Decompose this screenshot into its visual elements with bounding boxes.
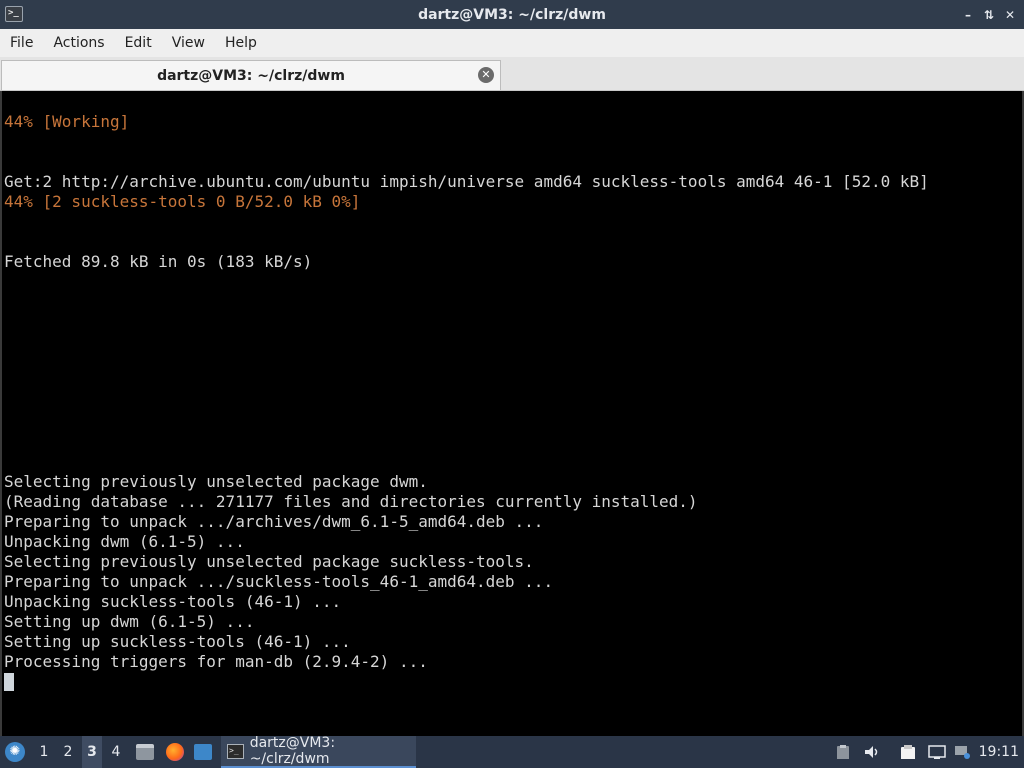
terminal-line: (Reading database ... 271177 files and d… — [4, 492, 698, 511]
terminal-line: Setting up dwm (6.1-5) ... — [4, 612, 255, 631]
minimize-icon[interactable]: – — [962, 8, 974, 22]
menu-actions[interactable]: Actions — [43, 29, 114, 57]
terminal-line: Selecting previously unselected package … — [4, 552, 534, 571]
terminal-line: Processing triggers for man-db (2.9.4-2)… — [4, 652, 428, 671]
terminal-line: Preparing to unpack .../suckless-tools_4… — [4, 572, 554, 591]
taskbar-terminal-window[interactable]: >_ dartz@VM3: ~/clrz/dwm — [221, 735, 416, 768]
notes-icon[interactable] — [900, 745, 918, 759]
menu-bar: File Actions Edit View Help — [0, 29, 1024, 57]
workspace-1[interactable]: 1 — [34, 736, 54, 768]
window-titlebar[interactable]: >_ dartz@VM3: ~/clrz/dwm – ⇅ ✕ — [0, 0, 1024, 29]
menu-view[interactable]: View — [162, 29, 215, 57]
tab-label: dartz@VM3: ~/clrz/dwm — [157, 67, 345, 84]
workspace-4[interactable]: 4 — [106, 736, 126, 768]
file-manager-icon[interactable] — [136, 744, 154, 760]
window-title: dartz@VM3: ~/clrz/dwm — [418, 6, 606, 23]
workspace-2[interactable]: 2 — [58, 736, 78, 768]
menu-help[interactable]: Help — [215, 29, 267, 57]
clock[interactable]: 19:11 — [979, 736, 1019, 768]
volume-icon[interactable] — [864, 745, 880, 759]
terminal-icon: >_ — [227, 743, 244, 759]
terminal-line: 44% [Working] — [4, 112, 130, 131]
terminal-line: Get:2 http://archive.ubuntu.com/ubuntu i… — [4, 172, 929, 191]
terminal-line: Fetched 89.8 kB in 0s (183 kB/s) — [4, 252, 313, 271]
terminal-line: Unpacking suckless-tools (46-1) ... — [4, 592, 342, 611]
firefox-icon[interactable] — [166, 743, 184, 761]
monitor-icon[interactable] — [928, 745, 946, 759]
terminal-output[interactable]: 44% [Working] Get:2 http://archive.ubuntu… — [0, 91, 1024, 736]
terminal-line: Preparing to unpack .../archives/dwm_6.1… — [4, 512, 544, 531]
clipboard-icon[interactable] — [836, 745, 850, 759]
terminal-line: Unpacking dwm (6.1-5) ... — [4, 532, 245, 551]
terminal-line: 44% [2 suckless-tools 0 B/52.0 kB 0%] — [4, 192, 361, 211]
network-icon[interactable] — [952, 745, 972, 759]
restore-icon[interactable]: ⇅ — [983, 8, 995, 22]
tab-bar: dartz@VM3: ~/clrz/dwm ✕ — [0, 57, 1024, 91]
workspace-3[interactable]: 3 — [82, 736, 102, 768]
start-menu-icon[interactable]: ✺ — [5, 742, 25, 762]
menu-file[interactable]: File — [0, 29, 43, 57]
menu-edit[interactable]: Edit — [115, 29, 162, 57]
terminal-app-icon: >_ — [5, 6, 23, 22]
taskbar-task-label: dartz@VM3: ~/clrz/dwm — [249, 735, 336, 767]
close-icon[interactable]: ✕ — [1004, 8, 1016, 22]
terminal-cursor — [4, 673, 14, 691]
tab-terminal[interactable]: dartz@VM3: ~/clrz/dwm ✕ — [1, 60, 501, 90]
tab-close-icon[interactable]: ✕ — [478, 67, 494, 83]
terminal-line: Setting up suckless-tools (46-1) ... — [4, 632, 351, 651]
terminal-line: Selecting previously unselected package … — [4, 472, 428, 491]
show-desktop-icon[interactable] — [194, 744, 212, 760]
taskbar: ✺ 1 2 3 4 >_ dartz@VM3: ~/clrz/dwm 19:11 — [0, 735, 1024, 768]
